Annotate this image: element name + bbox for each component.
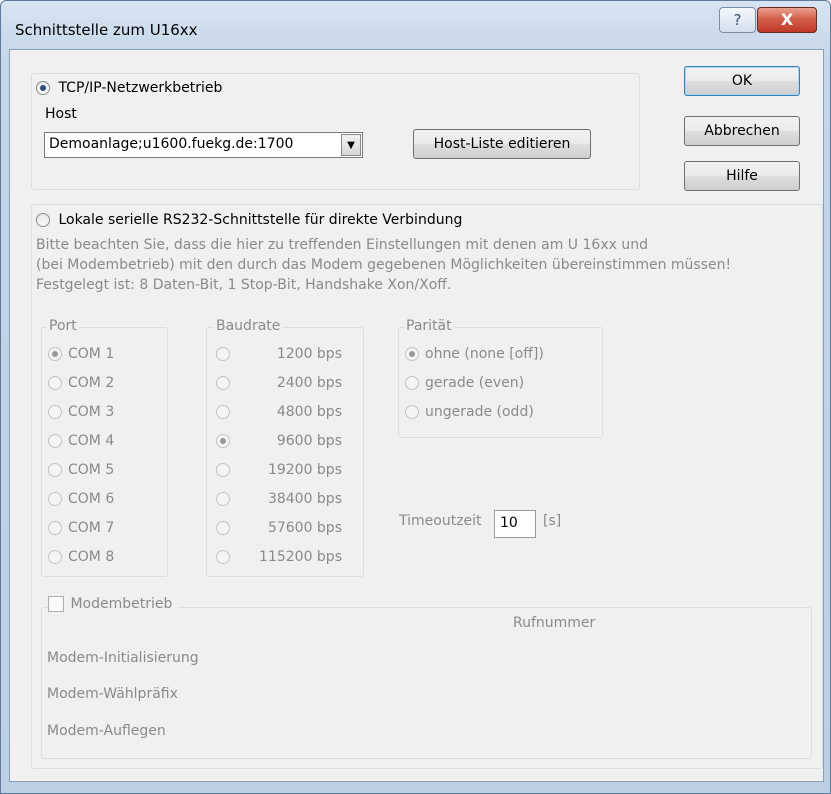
baudrate-option[interactable]: 9600 bps xyxy=(216,433,342,449)
port-option[interactable]: COM 5 xyxy=(48,462,114,478)
baudrate-option-indicator[interactable] xyxy=(216,521,230,535)
baudrate-option-indicator[interactable] xyxy=(216,376,230,390)
port-option-label[interactable]: COM 7 xyxy=(68,520,114,536)
baudrate-option-indicator[interactable] xyxy=(216,550,230,564)
parity-option[interactable]: gerade (even) xyxy=(405,375,524,391)
baudrate-option[interactable]: 38400 bps xyxy=(216,491,342,507)
baudrate-option[interactable]: 4800 bps xyxy=(216,404,342,420)
baudrate-option-label[interactable]: 2400 bps xyxy=(236,375,342,391)
port-option-label[interactable]: COM 4 xyxy=(68,433,114,449)
modem-checkbox[interactable] xyxy=(48,596,64,612)
port-option-indicator[interactable] xyxy=(48,405,62,419)
timeout-input[interactable]: 10 xyxy=(494,510,536,538)
port-option[interactable]: COM 1 xyxy=(48,346,114,362)
parity-option-indicator[interactable] xyxy=(405,405,419,419)
modem-checkbox-row[interactable]: Modembetrieb xyxy=(48,596,179,612)
parity-option-label[interactable]: ungerade (odd) xyxy=(425,404,534,420)
baudrate-option-label[interactable]: 57600 bps xyxy=(236,520,342,536)
port-option-label[interactable]: COM 1 xyxy=(68,346,114,362)
port-option-label[interactable]: COM 6 xyxy=(68,491,114,507)
help-icon[interactable]: ? xyxy=(719,7,756,33)
window-title: Schnittstelle zum U16xx xyxy=(15,21,198,39)
baudrate-group xyxy=(206,327,364,577)
tcp-radio-label[interactable]: TCP/IP-Netzwerkbetrieb xyxy=(58,80,222,96)
host-combobox-value: Demoanlage;u1600.fuekg.de:1700 xyxy=(49,136,294,152)
tcp-radio-indicator[interactable] xyxy=(36,81,50,95)
edit-host-list-button[interactable]: Host-Liste editieren xyxy=(413,129,591,159)
port-option-label[interactable]: COM 3 xyxy=(68,404,114,420)
port-option-indicator[interactable] xyxy=(48,492,62,506)
parity-option-indicator[interactable] xyxy=(405,347,419,361)
cancel-button[interactable]: Abbrechen xyxy=(684,116,800,146)
port-option[interactable]: COM 7 xyxy=(48,520,114,536)
port-option-indicator[interactable] xyxy=(48,521,62,535)
port-option-indicator[interactable] xyxy=(48,463,62,477)
serial-radio[interactable]: Lokale serielle RS232-Schnittstelle für … xyxy=(36,212,462,228)
port-option-label[interactable]: COM 5 xyxy=(68,462,114,478)
port-option[interactable]: COM 4 xyxy=(48,433,114,449)
serial-info-line-1: Bitte beachten Sie, dass die hier zu tre… xyxy=(36,237,648,253)
port-option[interactable]: COM 2 xyxy=(48,375,114,391)
baudrate-option[interactable]: 115200 bps xyxy=(216,549,342,565)
parity-option-label[interactable]: ohne (none [off]) xyxy=(425,346,544,362)
phone-number-label: Rufnummer xyxy=(513,615,596,631)
parity-option[interactable]: ungerade (odd) xyxy=(405,404,534,420)
port-option[interactable]: COM 8 xyxy=(48,549,114,565)
port-option-indicator[interactable] xyxy=(48,347,62,361)
timeout-label: Timeoutzeit xyxy=(399,513,482,529)
modem-init-label: Modem-Initialisierung xyxy=(47,650,199,666)
port-option-label[interactable]: COM 2 xyxy=(68,375,114,391)
tcp-radio[interactable]: TCP/IP-Netzwerkbetrieb xyxy=(36,80,222,96)
baudrate-option-label[interactable]: 1200 bps xyxy=(236,346,342,362)
baudrate-option-label[interactable]: 4800 bps xyxy=(236,404,342,420)
baudrate-option-label[interactable]: 115200 bps xyxy=(236,549,342,565)
port-option-label[interactable]: COM 8 xyxy=(68,549,114,565)
timeout-unit: [s] xyxy=(543,513,562,529)
dialog-content: TCP/IP-Netzwerkbetrieb Host Demoanlage;u… xyxy=(9,49,824,782)
baudrate-option[interactable]: 1200 bps xyxy=(216,346,342,362)
modem-checkbox-label[interactable]: Modembetrieb xyxy=(70,596,172,612)
baudrate-option[interactable]: 57600 bps xyxy=(216,520,342,536)
port-group xyxy=(41,327,168,577)
baudrate-option-indicator[interactable] xyxy=(216,347,230,361)
parity-group-title: Parität xyxy=(404,318,454,334)
baudrate-option-indicator[interactable] xyxy=(216,405,230,419)
modem-dial-prefix-label: Modem-Wählpräfix xyxy=(47,686,178,702)
baudrate-option-label[interactable]: 19200 bps xyxy=(236,462,342,478)
close-icon[interactable]: X xyxy=(757,7,817,33)
parity-option-label[interactable]: gerade (even) xyxy=(425,375,524,391)
modem-hangup-label: Modem-Auflegen xyxy=(47,723,166,739)
port-option-indicator[interactable] xyxy=(48,550,62,564)
baudrate-option-indicator[interactable] xyxy=(216,492,230,506)
help-button[interactable]: Hilfe xyxy=(684,161,800,191)
port-group-title: Port xyxy=(47,318,79,334)
baudrate-option-indicator[interactable] xyxy=(216,463,230,477)
baudrate-option-label[interactable]: 9600 bps xyxy=(236,433,342,449)
chevron-down-icon[interactable]: ▼ xyxy=(341,134,361,156)
parity-option[interactable]: ohne (none [off]) xyxy=(405,346,544,362)
ok-button[interactable]: OK xyxy=(684,66,800,96)
baudrate-option[interactable]: 19200 bps xyxy=(216,462,342,478)
dialog-window: Schnittstelle zum U16xx ? X TCP/IP-Netzw… xyxy=(0,0,831,794)
baudrate-option-indicator[interactable] xyxy=(216,434,230,448)
parity-option-indicator[interactable] xyxy=(405,376,419,390)
port-option[interactable]: COM 3 xyxy=(48,404,114,420)
port-option[interactable]: COM 6 xyxy=(48,491,114,507)
serial-radio-label[interactable]: Lokale serielle RS232-Schnittstelle für … xyxy=(58,212,462,228)
baudrate-option[interactable]: 2400 bps xyxy=(216,375,342,391)
host-label: Host xyxy=(45,106,77,122)
serial-radio-indicator[interactable] xyxy=(36,213,50,227)
host-combobox[interactable]: Demoanlage;u1600.fuekg.de:1700 ▼ xyxy=(44,132,363,158)
serial-info-line-3: Festgelegt ist: 8 Daten-Bit, 1 Stop-Bit,… xyxy=(36,277,452,293)
baudrate-option-label[interactable]: 38400 bps xyxy=(236,491,342,507)
baudrate-group-title: Baudrate xyxy=(214,318,283,334)
port-option-indicator[interactable] xyxy=(48,376,62,390)
serial-info-line-2: (bei Modembetrieb) mit den durch das Mod… xyxy=(36,257,732,273)
port-option-indicator[interactable] xyxy=(48,434,62,448)
